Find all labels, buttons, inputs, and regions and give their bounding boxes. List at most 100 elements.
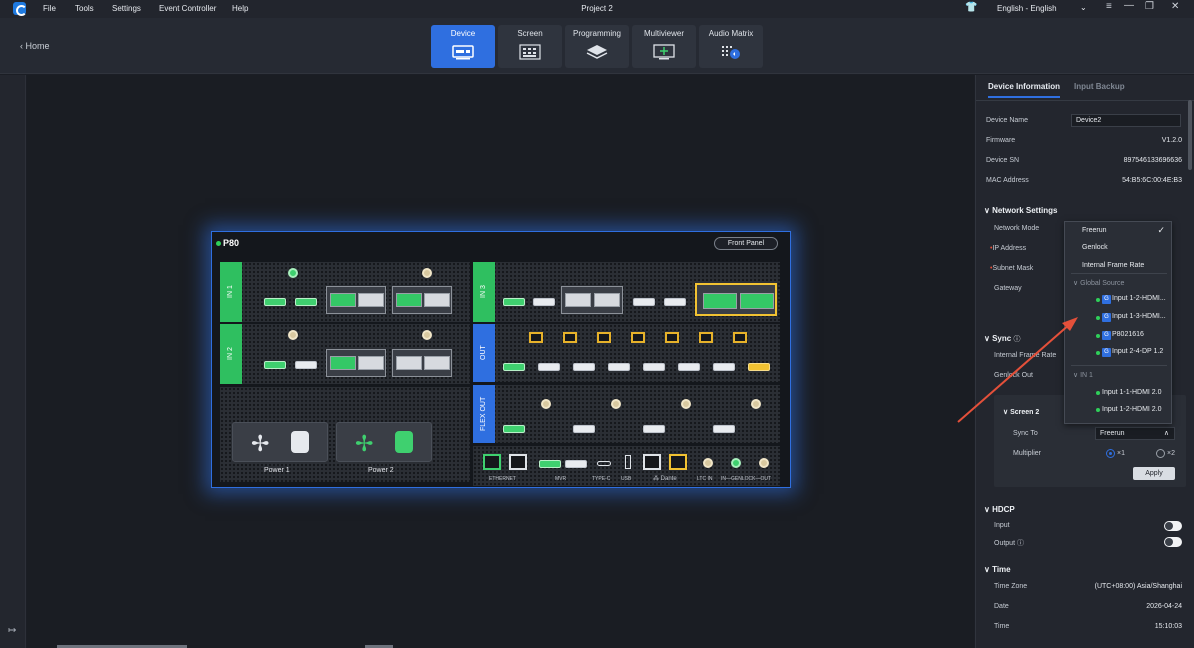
- language-select[interactable]: English - English: [997, 4, 1057, 13]
- tab-device[interactable]: Device: [431, 25, 495, 68]
- global-source-item-label: Input 1-3-HDMI...: [1112, 313, 1166, 320]
- time-zone-value[interactable]: (UTC+08:00) Asia/Shanghai: [1095, 583, 1182, 590]
- tab-multiviewer-label: Multiviewer: [643, 29, 684, 38]
- mac-label: MAC Address: [986, 177, 1029, 184]
- tab-programming[interactable]: Programming: [565, 25, 629, 68]
- hdcp-input-toggle[interactable]: [1164, 521, 1182, 531]
- main-toolbar: ‹ Home Device Screen Programming Multivi…: [0, 18, 1194, 74]
- date-value[interactable]: 2026-04-24: [1146, 603, 1182, 610]
- tab-audio-matrix[interactable]: Audio Matrix: [699, 25, 763, 68]
- shirt-icon[interactable]: 👕: [965, 2, 977, 13]
- module-flex-out[interactable]: FLEX OUT: [473, 385, 780, 443]
- genlock-in-port[interactable]: [731, 458, 741, 468]
- dp-port: [740, 293, 774, 309]
- global-badge-icon: G: [1102, 348, 1111, 357]
- hdmi-port: [573, 363, 595, 371]
- sync-source-dropdown[interactable]: Freerun ✓ Genlock Internal Frame Rate ∨ …: [1064, 221, 1172, 424]
- tab-device-information[interactable]: Device Information: [988, 82, 1061, 98]
- tab-screen[interactable]: Screen: [498, 25, 562, 68]
- tab-multiviewer[interactable]: Multiviewer: [632, 25, 696, 68]
- mvr-hdmi-port[interactable]: [539, 460, 561, 468]
- module-in1[interactable]: IN 1: [220, 262, 470, 322]
- hdcp-input-label: Input: [994, 522, 1010, 529]
- dp-port: [594, 293, 620, 307]
- hdcp-output-label: Output ⓘ: [994, 538, 1024, 548]
- io-ports-module: ETHERNET MVR TYPE-C USB ⁂ Dante LTC IN I…: [473, 446, 780, 486]
- sfp-port: [529, 332, 543, 343]
- dropdown-item-internal-frame-rate[interactable]: Internal Frame Rate: [1082, 262, 1144, 269]
- global-source-item[interactable]: G Input 1-3-HDMI...: [1102, 313, 1166, 322]
- close-icon[interactable]: ✕: [1171, 1, 1179, 12]
- ltc-in-label: LTC IN: [697, 476, 713, 482]
- sync-header[interactable]: ∨ Sync ⓘ: [984, 334, 1020, 344]
- online-status-dot: [216, 241, 221, 246]
- hdcp-output-toggle[interactable]: [1164, 537, 1182, 547]
- bnc-port: [751, 399, 761, 409]
- hdmi-port: [608, 363, 630, 371]
- hdmi-port: [713, 363, 735, 371]
- chevron-down-icon: ∨: [984, 206, 993, 215]
- highlighted-module[interactable]: [695, 283, 777, 316]
- sync-to-select[interactable]: Freerun ∧: [1095, 427, 1175, 440]
- multiplier-x2-radio[interactable]: [1156, 449, 1165, 458]
- module-in2[interactable]: IN 2: [220, 324, 470, 384]
- typec-port[interactable]: [597, 461, 611, 466]
- device-name-field[interactable]: Device2: [1071, 114, 1181, 127]
- dante-port[interactable]: [669, 454, 687, 470]
- minimize-icon[interactable]: —: [1124, 0, 1134, 11]
- power-supply-1[interactable]: ✢: [232, 422, 328, 462]
- panel-scrollbar[interactable]: [1188, 100, 1192, 170]
- tab-input-backup[interactable]: Input Backup: [1074, 82, 1125, 91]
- module-out[interactable]: OUT: [473, 324, 780, 382]
- hdmi-port: [633, 298, 655, 306]
- user-menu-icon[interactable]: ≡: [1106, 1, 1112, 12]
- date-label: Date: [994, 603, 1009, 610]
- mvr-hdmi-port[interactable]: [565, 460, 587, 468]
- dp-module: [326, 286, 386, 314]
- multiplier-x1-radio[interactable]: [1106, 449, 1115, 458]
- info-icon[interactable]: ⓘ: [1013, 336, 1020, 343]
- source-status-dot: [1096, 391, 1100, 395]
- dropdown-separator: [1071, 365, 1167, 366]
- module-in3[interactable]: IN 3: [473, 262, 780, 322]
- sfp-port: [563, 332, 577, 343]
- bnc-port: [422, 330, 432, 340]
- usb-port[interactable]: [625, 455, 631, 469]
- info-icon[interactable]: ⓘ: [1017, 540, 1024, 547]
- genlock-out-port[interactable]: [759, 458, 769, 468]
- front-panel-button[interactable]: Front Panel: [714, 237, 778, 250]
- device-front-panel[interactable]: P80 Front Panel IN 1 IN 2 ✢ Power 1 ✢ Po…: [211, 231, 791, 488]
- dropdown-item-genlock[interactable]: Genlock: [1082, 244, 1108, 251]
- global-source-item[interactable]: G Input 1-2-HDMI...: [1102, 295, 1166, 304]
- hdmi-port: [748, 363, 770, 371]
- global-source-item[interactable]: G Input 2-4-DP 1.2: [1102, 348, 1163, 357]
- hdcp-header[interactable]: ∨ HDCP: [984, 505, 1015, 514]
- expand-sidebar-icon[interactable]: ↦: [8, 625, 16, 636]
- ethernet-port[interactable]: [483, 454, 501, 470]
- apply-button[interactable]: Apply: [1133, 467, 1175, 480]
- sfp-port: [597, 332, 611, 343]
- ltc-in-port[interactable]: [703, 458, 713, 468]
- network-settings-header[interactable]: ∨ Network Settings: [984, 206, 1057, 215]
- maximize-icon[interactable]: ❐: [1145, 1, 1154, 12]
- ethernet-port[interactable]: [509, 454, 527, 470]
- typec-label: TYPE-C: [592, 476, 611, 482]
- screen-2-header[interactable]: ∨ Screen 2: [1003, 408, 1039, 416]
- home-link[interactable]: ‹ Home: [20, 41, 50, 51]
- source-status-dot: [1096, 298, 1100, 302]
- dp-port: [396, 293, 422, 307]
- chevron-down-icon[interactable]: ⌄: [1080, 3, 1087, 12]
- power-socket-icon: [291, 431, 309, 453]
- global-source-item[interactable]: G P8021616: [1102, 331, 1144, 340]
- time-header[interactable]: ∨ Time: [984, 565, 1011, 574]
- in1-source-item[interactable]: Input 1-2-HDMI 2.0: [1102, 406, 1162, 413]
- layers-icon: [586, 45, 608, 59]
- dante-port[interactable]: [643, 454, 661, 470]
- in1-source-item[interactable]: Input 1-1-HDMI 2.0: [1102, 389, 1162, 396]
- dropdown-item-freerun[interactable]: Freerun: [1082, 227, 1107, 234]
- dp-module: [561, 286, 623, 314]
- global-source-group-label: Global Source: [1080, 280, 1125, 287]
- time-value[interactable]: 15:10:03: [1155, 623, 1182, 630]
- bnc-port: [681, 399, 691, 409]
- power-supply-2[interactable]: ✢: [336, 422, 432, 462]
